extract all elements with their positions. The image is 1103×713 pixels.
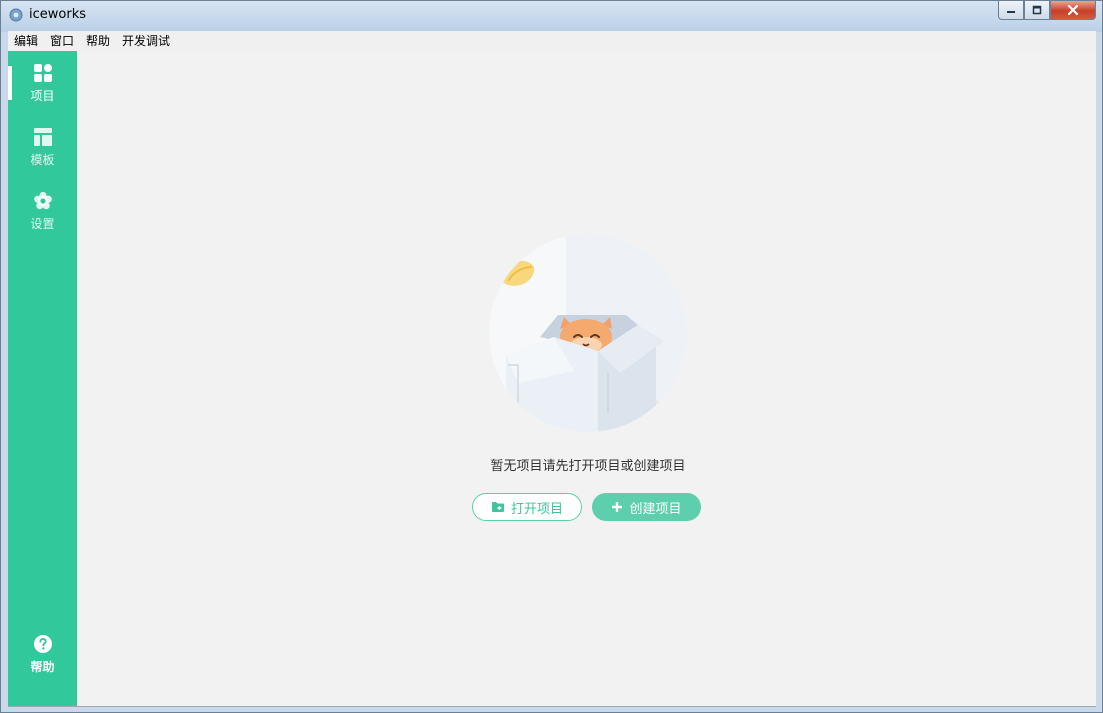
open-project-button[interactable]: 打开项目 (472, 493, 582, 521)
empty-box-cat-illustration (489, 234, 687, 432)
create-project-label: 创建项目 (629, 501, 682, 517)
gear-icon (33, 191, 52, 210)
close-button[interactable] (1050, 1, 1096, 20)
dashboard-icon (33, 64, 52, 82)
sidebar-item-label: 模板 (30, 153, 55, 167)
folder-add-icon (491, 502, 504, 512)
empty-state-message: 暂无项目请先打开项目或创建项目 (490, 459, 686, 474)
sidebar-item-label: 项目 (30, 89, 55, 103)
sidebar-item-settings[interactable]: 设置 (8, 191, 77, 241)
sidebar-item-projects[interactable]: 项目 (8, 63, 77, 113)
plus-icon (612, 502, 623, 512)
template-icon (33, 128, 52, 146)
title-bar[interactable]: iceworks (1, 1, 1102, 31)
menu-help[interactable]: 帮助 (80, 31, 116, 51)
minimize-button[interactable] (998, 1, 1024, 20)
app-content: 项目 模板 设置 帮助 暂无项目请先打开项目或创建项目 打开项目 创建项目 (8, 51, 1096, 707)
app-window: iceworks 编辑 窗口 帮助 开发调试 项目 模板 设置 帮助 暂无项目请… (0, 0, 1103, 713)
close-icon (1067, 4, 1079, 16)
help-icon (33, 635, 52, 653)
sidebar-item-label: 设置 (30, 217, 55, 231)
sidebar-item-templates[interactable]: 模板 (8, 127, 77, 177)
create-project-button[interactable]: 创建项目 (592, 493, 701, 521)
menu-window[interactable]: 窗口 (44, 31, 80, 51)
iceworks-logo-icon (9, 8, 23, 22)
menu-dev-debug[interactable]: 开发调试 (116, 31, 176, 51)
maximize-button[interactable] (1024, 1, 1050, 20)
sidebar: 项目 模板 设置 帮助 (8, 51, 77, 706)
maximize-icon (1032, 5, 1042, 15)
window-controls (998, 1, 1096, 21)
open-project-label: 打开项目 (510, 501, 563, 517)
minimize-icon (1007, 11, 1015, 13)
window-title: iceworks (29, 7, 86, 22)
sidebar-item-label: 帮助 (30, 660, 55, 674)
menu-bar: 编辑 窗口 帮助 开发调试 (8, 31, 1096, 51)
sidebar-item-help[interactable]: 帮助 (8, 634, 77, 684)
menu-edit[interactable]: 编辑 (8, 31, 44, 51)
